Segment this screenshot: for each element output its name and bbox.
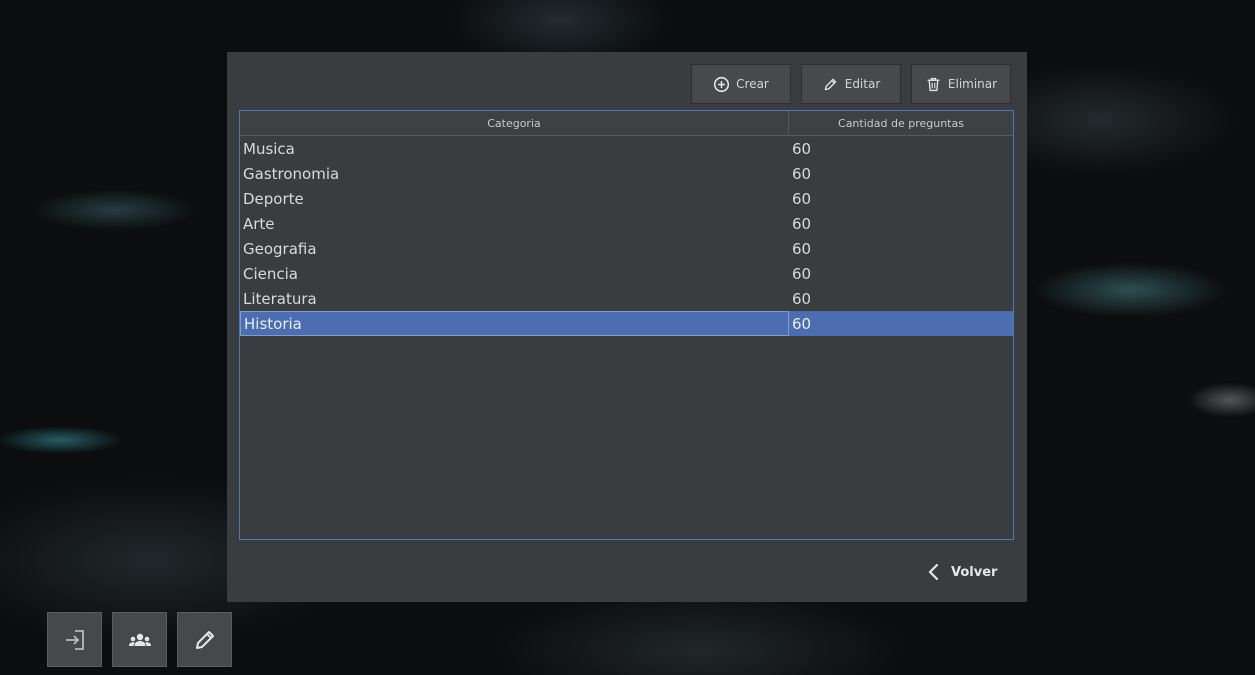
create-button-label: Crear (736, 77, 769, 91)
cell-categoria: Historia (240, 311, 789, 336)
cell-cantidad: 60 (792, 314, 812, 333)
cell-categoria: Geografia (243, 239, 317, 258)
table-body: Musica 60 Gastronomia 60 Deporte 60 Arte… (240, 136, 1013, 336)
users-button[interactable] (112, 612, 167, 667)
cell-cantidad: 60 (792, 214, 812, 233)
cell-cantidad: 60 (792, 264, 812, 283)
table-row-selected[interactable]: Historia 60 (240, 311, 1013, 336)
cell-categoria: Arte (243, 214, 275, 233)
pencil-icon (824, 78, 837, 90)
trash-icon (927, 77, 940, 91)
back-button[interactable]: Volver (927, 557, 1013, 587)
table-row[interactable]: Musica 60 (240, 136, 1013, 161)
column-header-cantidad[interactable]: Cantidad de preguntas (789, 111, 1013, 135)
table-row[interactable]: Deporte 60 (240, 186, 1013, 211)
cell-categoria: Musica (243, 139, 295, 158)
table-row[interactable]: Ciencia 60 (240, 261, 1013, 286)
cell-cantidad: 60 (792, 164, 812, 183)
table-row[interactable]: Gastronomia 60 (240, 161, 1013, 186)
category-table[interactable]: Categoria Cantidad de preguntas Musica 6… (239, 110, 1014, 540)
cell-categoria: Deporte (243, 189, 304, 208)
cell-categoria: Ciencia (243, 264, 298, 283)
edit-button-label: Editar (844, 77, 881, 91)
delete-button-label: Eliminar (947, 77, 998, 91)
cell-cantidad: 60 (792, 139, 812, 158)
cell-categoria: Gastronomia (243, 164, 340, 183)
table-row[interactable]: Literatura 60 (240, 286, 1013, 311)
category-panel: Crear Editar Eliminar Categoria Cantidad… (227, 52, 1027, 602)
login-button[interactable] (47, 612, 102, 667)
cell-cantidad: 60 (792, 289, 812, 308)
cell-cantidad: 60 (792, 239, 812, 258)
edit-mode-button[interactable] (177, 612, 232, 667)
plus-circle-icon (714, 76, 730, 92)
back-button-label: Volver (951, 564, 998, 580)
chevron-left-icon (928, 563, 939, 581)
edit-button[interactable]: Editar (801, 64, 901, 104)
table-header: Categoria Cantidad de preguntas (240, 111, 1013, 136)
table-row[interactable]: Geografia 60 (240, 236, 1013, 261)
cell-categoria: Literatura (243, 289, 317, 308)
column-header-categoria[interactable]: Categoria (240, 111, 789, 135)
users-icon (128, 633, 151, 646)
create-button[interactable]: Crear (691, 64, 791, 104)
table-row[interactable]: Arte 60 (240, 211, 1013, 236)
cell-cantidad: 60 (792, 189, 812, 208)
delete-button[interactable]: Eliminar (911, 64, 1011, 104)
login-icon (65, 629, 84, 650)
pencil-icon (195, 630, 214, 649)
